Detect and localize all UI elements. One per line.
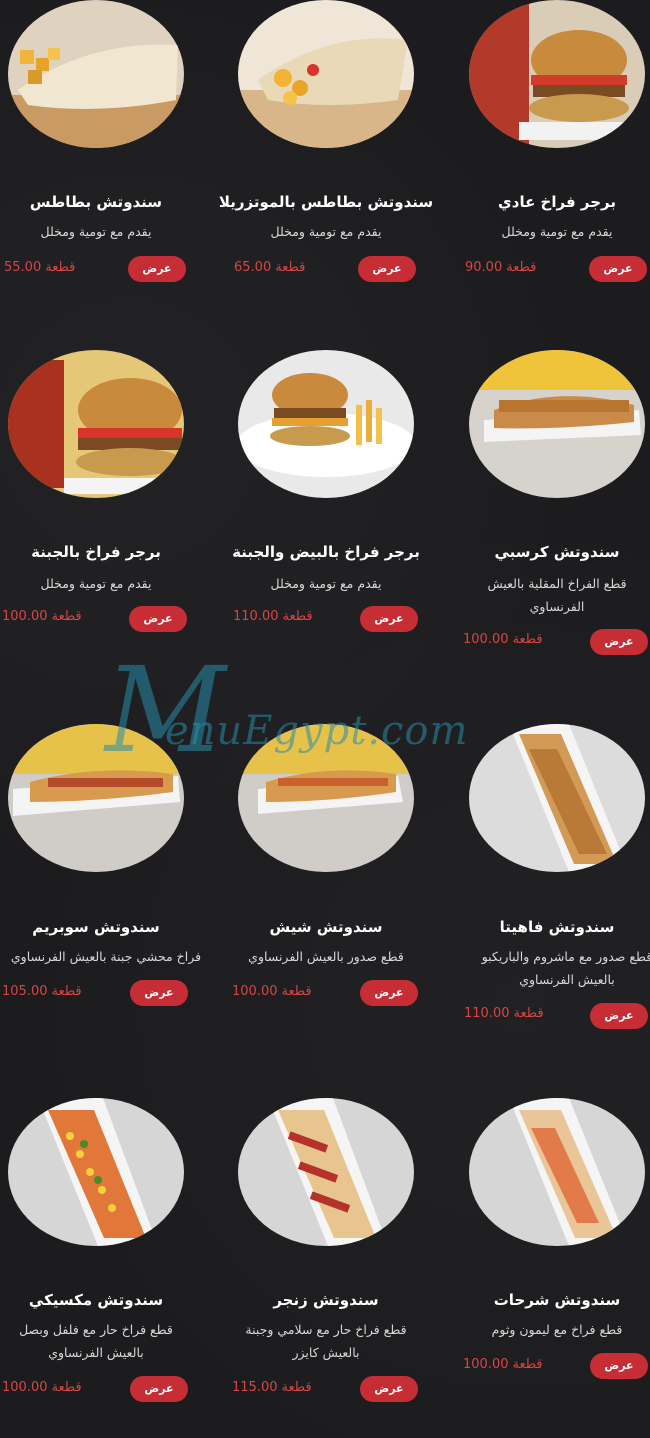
item-price: 100.00 قطعة bbox=[463, 1357, 543, 1372]
item-price: 110.00 قطعة bbox=[464, 1006, 544, 1021]
crispy-sandwich-photo bbox=[469, 350, 645, 498]
item-name: برجر فراخ بالبيض والجبنة bbox=[232, 543, 420, 561]
item-price: 100.00 قطعة bbox=[2, 609, 82, 624]
item-price: 100.00 قطعة bbox=[232, 984, 312, 999]
item-name: سندوتش بطاطس bbox=[29, 193, 163, 211]
burger-fries-photo bbox=[238, 350, 414, 498]
item-name: برجر فراخ عادي bbox=[498, 193, 616, 211]
item-name: سندوتش سوبريم bbox=[32, 918, 160, 936]
sub-sandwich-photo bbox=[238, 1098, 414, 1246]
item-price: 65.00 قطعة bbox=[234, 260, 306, 275]
view-button[interactable]: عرض bbox=[130, 1376, 188, 1402]
hotdog-sandwich-photo bbox=[238, 724, 414, 872]
view-button[interactable]: عرض bbox=[358, 256, 416, 282]
item-price: 105.00 قطعة bbox=[2, 984, 82, 999]
fries-wrap-photo bbox=[238, 0, 414, 148]
item-name: برجر فراخ بالجبنة bbox=[31, 543, 161, 561]
view-button[interactable]: عرض bbox=[128, 256, 186, 282]
item-description: يقدم مع تومية ومخلل bbox=[40, 224, 152, 239]
item-description: يقدم مع تومية ومخلل bbox=[270, 576, 382, 591]
view-button[interactable]: عرض bbox=[360, 1376, 418, 1402]
hotdog-sandwich-photo bbox=[8, 724, 184, 872]
burger-photo bbox=[8, 350, 184, 498]
burger-photo bbox=[469, 0, 645, 148]
item-name: سندوتش شرحات bbox=[493, 1291, 621, 1309]
item-price: 110.00 قطعة bbox=[233, 609, 313, 624]
view-button[interactable]: عرض bbox=[360, 980, 418, 1006]
item-name: سندوتش فاهيتا bbox=[499, 918, 615, 936]
view-button[interactable]: عرض bbox=[360, 606, 418, 632]
view-button[interactable]: عرض bbox=[129, 606, 187, 632]
corn-sandwich-photo bbox=[8, 1098, 184, 1246]
item-name: سندوتش زنجر bbox=[273, 1291, 379, 1309]
item-name: سندوتش بطاطس بالموتزريلا bbox=[218, 193, 434, 211]
item-description: قطع فراخ مع ليمون وثوم bbox=[491, 1322, 623, 1337]
item-description: فراخ محشي جبنة بالعيش الفرنساوي bbox=[10, 949, 202, 964]
item-description: قطع فراخ حار مع سلامي وجبنة بالعيش كايزر bbox=[245, 1322, 407, 1360]
item-price: 100.00 قطعة bbox=[2, 1380, 82, 1395]
item-description: يقدم مع تومية ومخلل bbox=[501, 224, 613, 239]
item-description: قطع صدور بالعيش الفرنساوي bbox=[248, 949, 404, 964]
view-button[interactable]: عرض bbox=[589, 256, 647, 282]
item-price: 55.00 قطعة bbox=[4, 260, 76, 275]
fajita-sandwich-photo bbox=[469, 724, 645, 872]
view-button[interactable]: عرض bbox=[130, 980, 188, 1006]
item-name: سندوتش كرسبي bbox=[494, 543, 620, 561]
view-button[interactable]: عرض bbox=[590, 1353, 648, 1379]
item-price: 115.00 قطعة bbox=[232, 1380, 312, 1395]
view-button[interactable]: عرض bbox=[590, 1003, 648, 1029]
item-description: قطع الفراخ المقلية بالعيش الفرنساوي bbox=[487, 576, 627, 614]
fries-wrap-photo bbox=[8, 0, 184, 148]
item-price: 100.00 قطعة bbox=[463, 632, 543, 647]
item-description: قطع فراخ حار مع فلفل وبصل بالعيش الفرنساو… bbox=[19, 1322, 173, 1360]
item-name: سندوتش مكسيكي bbox=[28, 1291, 164, 1309]
item-description: يقدم مع تومية ومخلل bbox=[40, 576, 152, 591]
item-description: يقدم مع تومية ومخلل bbox=[270, 224, 382, 239]
sub-sandwich-photo bbox=[469, 1098, 645, 1246]
item-description: قطع صدور مع ماشروم والباريكبو بالعيش الفر… bbox=[481, 949, 650, 987]
view-button[interactable]: عرض bbox=[590, 629, 648, 655]
item-name: سندوتش شيش bbox=[269, 918, 383, 936]
item-price: 90.00 قطعة bbox=[465, 260, 537, 275]
